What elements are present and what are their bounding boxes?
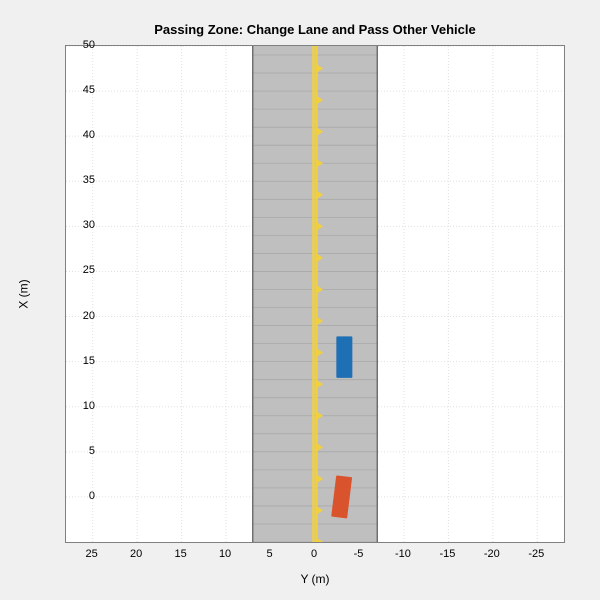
y-tick: 20 [65, 310, 95, 322]
y-tick: 25 [65, 264, 95, 276]
x-tick: 25 [78, 548, 106, 560]
y-tick: 50 [65, 39, 95, 51]
x-tick: 20 [122, 548, 150, 560]
y-axis-label: X (m) [18, 45, 30, 543]
y-tick: 10 [65, 400, 95, 412]
x-tick: -20 [478, 548, 506, 560]
y-tick: 40 [65, 129, 95, 141]
y-tick: 15 [65, 355, 95, 367]
plot-canvas [66, 46, 564, 542]
y-tick: 35 [65, 174, 95, 186]
x-tick: 15 [167, 548, 195, 560]
x-tick: -10 [389, 548, 417, 560]
plot-axes[interactable] [65, 45, 565, 543]
x-tick: -15 [433, 548, 461, 560]
x-axis-label: Y (m) [65, 572, 565, 586]
figure-window: Passing Zone: Change Lane and Pass Other… [0, 0, 600, 600]
y-tick: 5 [65, 445, 95, 457]
y-tick: 30 [65, 219, 95, 231]
x-tick: -5 [344, 548, 372, 560]
x-tick: 0 [300, 548, 328, 560]
x-tick: 10 [211, 548, 239, 560]
x-tick: -25 [522, 548, 550, 560]
chart-title: Passing Zone: Change Lane and Pass Other… [65, 22, 565, 37]
y-axis-label-text: X (m) [17, 279, 31, 308]
x-tick: 5 [256, 548, 284, 560]
y-tick: 0 [65, 490, 95, 502]
ego-vehicle [336, 336, 352, 377]
y-tick: 45 [65, 84, 95, 96]
